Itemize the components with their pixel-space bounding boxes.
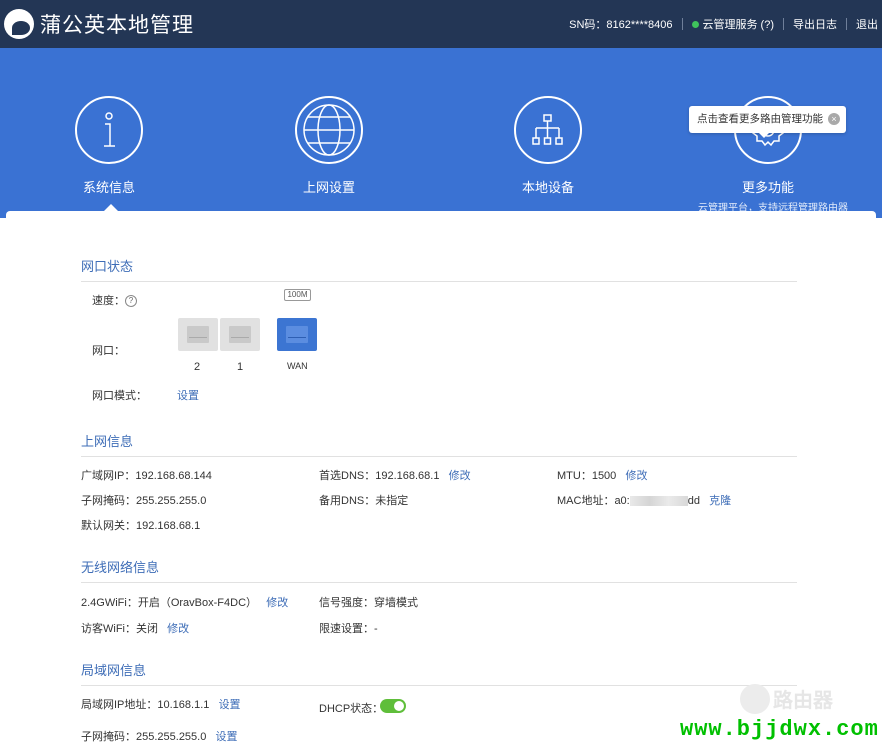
lan-ip: 局域网IP地址：10.168.1.1 设置 (81, 699, 241, 711)
divider (846, 18, 847, 30)
port-number: 2 (194, 361, 201, 373)
primary-dns-edit-link[interactable]: 修改 (449, 470, 471, 482)
watermark-logo-icon (740, 684, 770, 714)
tooltip-text: 点击查看更多路由管理功能 (697, 113, 823, 125)
nav-label: 系统信息 (82, 180, 135, 195)
top-bar: 蒲公英本地管理 SN码：8162****8406 云管理服务 (?) 导出日志 … (0, 0, 882, 48)
lan-port-1-icon (220, 318, 260, 351)
mac-redaction (629, 496, 688, 507)
section-title-lan: 局域网信息 (81, 660, 797, 686)
speed-tag: 100M (284, 289, 311, 301)
section-title-wireless: 无线网络信息 (81, 557, 797, 583)
signal-strength: 信号强度：穿墙模式 (319, 597, 418, 609)
network-tree-icon (514, 96, 582, 164)
lan-port-2-icon (178, 318, 218, 351)
section-title-port-status: 网口状态 (81, 256, 797, 282)
nav-label: 更多功能 (741, 180, 794, 195)
mac-address: MAC地址：a0: dd 克隆 (557, 495, 732, 507)
lan-subnet: 子网掩码：255.255.255.0 设置 (81, 731, 238, 743)
serial-number: SN码：8162****8406 (569, 19, 673, 31)
speed-limit: 限速设置：- (319, 623, 378, 635)
info-icon (75, 96, 143, 164)
mac-clone-link[interactable]: 克隆 (709, 495, 731, 507)
more-features-tooltip: 点击查看更多路由管理功能 × (689, 106, 846, 138)
globe-icon (295, 96, 363, 164)
top-right-menu: SN码：8162****8406 云管理服务 (?) 导出日志 退出 (569, 16, 878, 32)
port-label: 网口： (92, 345, 125, 357)
watermark-url: www.bjjdwx.com (680, 717, 879, 742)
dhcp-label: DHCP状态： (319, 703, 384, 715)
speed-label: 速度：? (92, 292, 137, 308)
close-icon[interactable]: × (828, 113, 840, 125)
app-title: 蒲公英本地管理 (40, 14, 194, 37)
nav-local-devices[interactable]: 本地设备 (478, 96, 618, 196)
lan-subnet-settings-link[interactable]: 设置 (216, 731, 238, 743)
dhcp-toggle[interactable] (380, 699, 406, 713)
lan-ip-settings-link[interactable]: 设置 (219, 699, 241, 711)
logo-icon (4, 9, 34, 39)
mtu: MTU：1500 修改 (557, 470, 648, 482)
divider (783, 18, 784, 30)
wan-gateway: 默认网关：192.168.68.1 (81, 520, 201, 532)
wan-ip: 广域网IP：192.168.68.144 (81, 470, 212, 482)
status-dot-icon (691, 21, 699, 28)
port-mode-settings-link[interactable]: 设置 (177, 387, 199, 403)
nav-label: 上网设置 (302, 180, 355, 195)
section-title-internet: 上网信息 (81, 431, 797, 457)
wan-subnet: 子网掩码：255.255.255.0 (81, 495, 207, 507)
cloud-service-status[interactable]: 云管理服务 (?) (691, 16, 774, 32)
port-mode-label: 网口模式： (92, 390, 147, 402)
watermark-brand: 路由器 (773, 690, 833, 712)
nav-internet-settings[interactable]: 上网设置 (259, 96, 399, 196)
divider (681, 18, 683, 30)
nav-label: 本地设备 (521, 180, 574, 195)
primary-dns: 首选DNS：192.168.68.1 修改 (319, 470, 471, 482)
help-icon[interactable]: ? (125, 295, 137, 308)
mtu-edit-link[interactable]: 修改 (625, 470, 647, 482)
export-log-link[interactable]: 导出日志 (793, 16, 837, 32)
secondary-dns: 备用DNS：未指定 (319, 495, 409, 507)
wifi-24g-status: 2.4GWiFi：开启（OravBox-F4DC） 修改 (81, 597, 289, 609)
port-number: WAN (287, 361, 308, 371)
main-nav: 系统信息 上网设置 本地设备 更多功能 云管理平台，支持远程管理路由器 点击查看… (0, 48, 882, 218)
wifi-24g-edit-link[interactable]: 修改 (266, 597, 288, 609)
nav-system-info[interactable]: 系统信息 (39, 96, 179, 196)
guest-wifi-status: 访客WiFi：关闭 修改 (81, 623, 190, 635)
wan-port-icon (277, 318, 317, 351)
logout-link[interactable]: 退出 (856, 16, 878, 32)
guest-wifi-edit-link[interactable]: 修改 (167, 623, 189, 635)
port-number: 1 (237, 361, 244, 373)
